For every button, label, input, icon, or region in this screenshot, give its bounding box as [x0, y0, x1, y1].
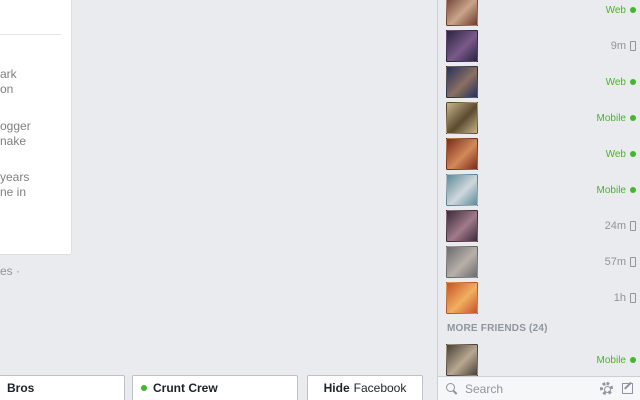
- presence-status: Mobile: [597, 185, 636, 196]
- presence-status: 1h: [614, 292, 636, 304]
- presence-status: Web: [606, 77, 636, 88]
- avatar: [446, 282, 478, 314]
- feed-footer-text: es ·: [0, 264, 21, 278]
- friend-row[interactable]: Mobile: [446, 102, 636, 134]
- snippet-text: on: [0, 82, 14, 96]
- online-dot-icon: [630, 115, 636, 121]
- friend-row[interactable]: Web: [446, 66, 636, 98]
- presence-status: Web: [606, 5, 636, 16]
- friend-row[interactable]: 1h: [446, 282, 636, 314]
- status-text: 1h: [613, 292, 626, 304]
- status-text: 24m: [604, 220, 626, 232]
- avatar: [446, 246, 478, 278]
- hide-label-light: Facebook: [353, 381, 407, 395]
- more-friends-header: MORE FRIENDS (24): [447, 323, 548, 334]
- friend-row[interactable]: Web: [446, 138, 636, 170]
- avatar: [446, 210, 478, 242]
- status-text: Web: [605, 148, 626, 160]
- online-dot-icon: [630, 151, 636, 157]
- chat-search-bar: [438, 376, 640, 400]
- mobile-phone-icon: [630, 293, 636, 303]
- presence-status: 9m: [611, 40, 636, 52]
- mobile-phone-icon: [630, 41, 636, 51]
- avatar: [446, 138, 478, 170]
- friend-row[interactable]: Mobile: [446, 344, 636, 376]
- mobile-phone-icon: [630, 221, 636, 231]
- online-dot-icon: [141, 385, 147, 391]
- gear-icon[interactable]: [600, 382, 613, 395]
- compose-icon[interactable]: [622, 383, 633, 394]
- friend-row[interactable]: 9m: [446, 30, 636, 62]
- hide-label-bold: Hide: [323, 381, 350, 395]
- avatar: [446, 0, 478, 26]
- friend-row[interactable]: 24m: [446, 210, 636, 242]
- avatar: [446, 102, 478, 134]
- presence-status: Mobile: [597, 113, 636, 124]
- online-dot-icon: [630, 357, 636, 363]
- friend-row[interactable]: Mobile: [446, 174, 636, 206]
- presence-status: 24m: [605, 220, 636, 232]
- chat-search-input[interactable]: [465, 381, 585, 396]
- friend-row[interactable]: 57m: [446, 246, 636, 278]
- snippet-text: ne in: [0, 185, 27, 199]
- online-dot-icon: [630, 7, 636, 13]
- search-icon: [446, 382, 458, 395]
- friend-row[interactable]: Web: [446, 0, 636, 26]
- snippet-text: ogger: [0, 119, 31, 133]
- avatar: [446, 30, 478, 62]
- snippet-text: ark: [0, 67, 17, 81]
- presence-status: 57m: [605, 256, 636, 268]
- chat-tab-crunt-crew[interactable]: Crunt Crew: [132, 375, 298, 400]
- chat-tab-label: Crunt Crew: [153, 381, 218, 395]
- snippet-text: years: [0, 170, 30, 184]
- snippet-text: nake: [0, 134, 27, 148]
- presence-status: Web: [606, 149, 636, 160]
- hide-facebook-button[interactable]: Hide Facebook: [307, 375, 423, 400]
- avatar: [446, 66, 478, 98]
- mobile-phone-icon: [630, 257, 636, 267]
- status-text: Web: [605, 76, 626, 88]
- online-dot-icon: [630, 187, 636, 193]
- chat-sidebar: Web 9m Web Mobile Web Mobile 24m 57m 1h MORE FRI…: [437, 0, 640, 400]
- avatar: [446, 344, 478, 376]
- presence-status: Mobile: [597, 355, 636, 366]
- chat-tab-bros[interactable]: Bros: [0, 375, 125, 400]
- status-text: Mobile: [596, 184, 626, 196]
- status-text: Web: [605, 4, 626, 16]
- status-text: Mobile: [596, 354, 626, 366]
- status-text: 57m: [604, 256, 626, 268]
- card-divider: [0, 34, 61, 35]
- avatar: [446, 174, 478, 206]
- online-dot-icon: [630, 79, 636, 85]
- chat-tab-label: Bros: [7, 381, 35, 395]
- status-text: Mobile: [596, 112, 626, 124]
- status-text: 9m: [610, 40, 626, 52]
